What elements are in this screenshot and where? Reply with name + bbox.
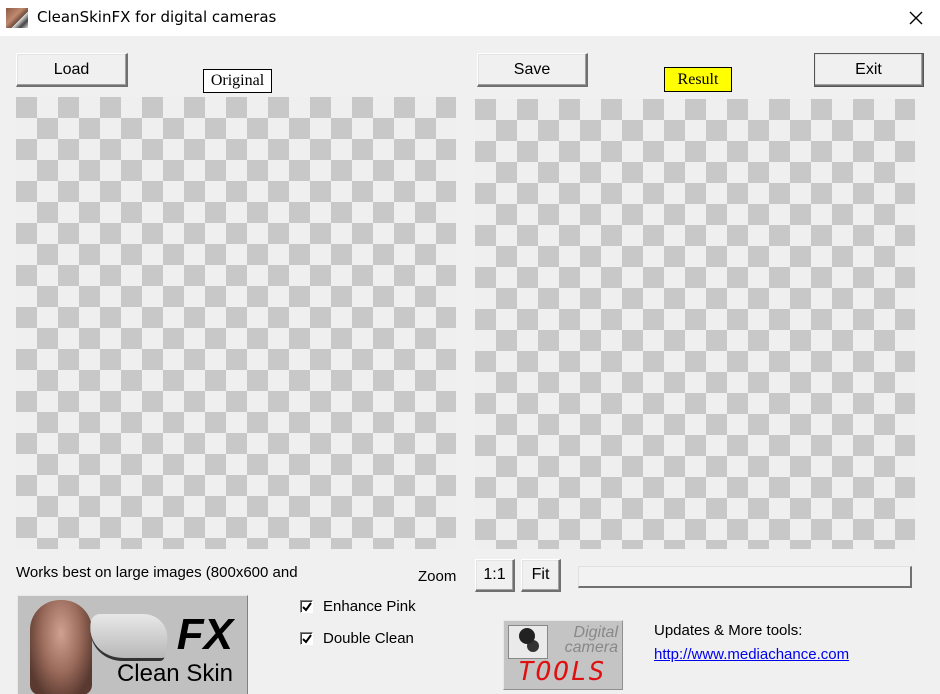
digital-camera-tools-logo[interactable]: Digital camera TOOLS [503, 620, 623, 690]
checkmark-icon [301, 601, 312, 612]
original-image-panel[interactable] [16, 97, 456, 549]
hint-text: Works best on large images (800x600 and [16, 564, 298, 581]
app-icon [6, 8, 28, 28]
exit-button[interactable]: Exit [814, 53, 924, 87]
double-clean-label: Double Clean [323, 630, 414, 647]
load-button[interactable]: Load [16, 53, 128, 87]
logo-fx-text: FX [176, 610, 233, 659]
enhance-pink-checkbox[interactable] [300, 600, 313, 613]
zoom-label: Zoom [418, 568, 457, 585]
logo-tools-text: TOOLS [518, 657, 607, 687]
save-button[interactable]: Save [477, 53, 588, 87]
logo-name-text: Clean Skin [116, 660, 233, 687]
zoom-1to1-button[interactable]: 1:1 [475, 559, 515, 592]
result-image-panel[interactable] [475, 99, 915, 549]
window-title: CleanSkinFX for digital cameras [37, 8, 277, 26]
iron-image [83, 614, 173, 661]
logo-camera-text: camera [564, 639, 618, 656]
film-reel-icon [508, 625, 548, 659]
close-icon [909, 11, 923, 25]
result-label: Result [664, 67, 732, 92]
original-label: Original [203, 69, 272, 93]
updates-label: Updates & More tools: [654, 622, 803, 639]
zoom-fit-button[interactable]: Fit [521, 559, 561, 592]
close-button[interactable] [896, 4, 936, 32]
face-image [30, 600, 92, 694]
double-clean-option[interactable]: Double Clean [300, 630, 414, 647]
enhance-pink-label: Enhance Pink [323, 598, 416, 615]
enhance-pink-option[interactable]: Enhance Pink [300, 598, 416, 615]
progress-bar [578, 566, 912, 588]
mediachance-link[interactable]: http://www.mediachance.com [654, 646, 849, 663]
cleanskin-logo: FX Clean Skin [17, 595, 248, 694]
checkmark-icon [301, 633, 312, 644]
double-clean-checkbox[interactable] [300, 632, 313, 645]
title-bar: CleanSkinFX for digital cameras [0, 0, 940, 36]
